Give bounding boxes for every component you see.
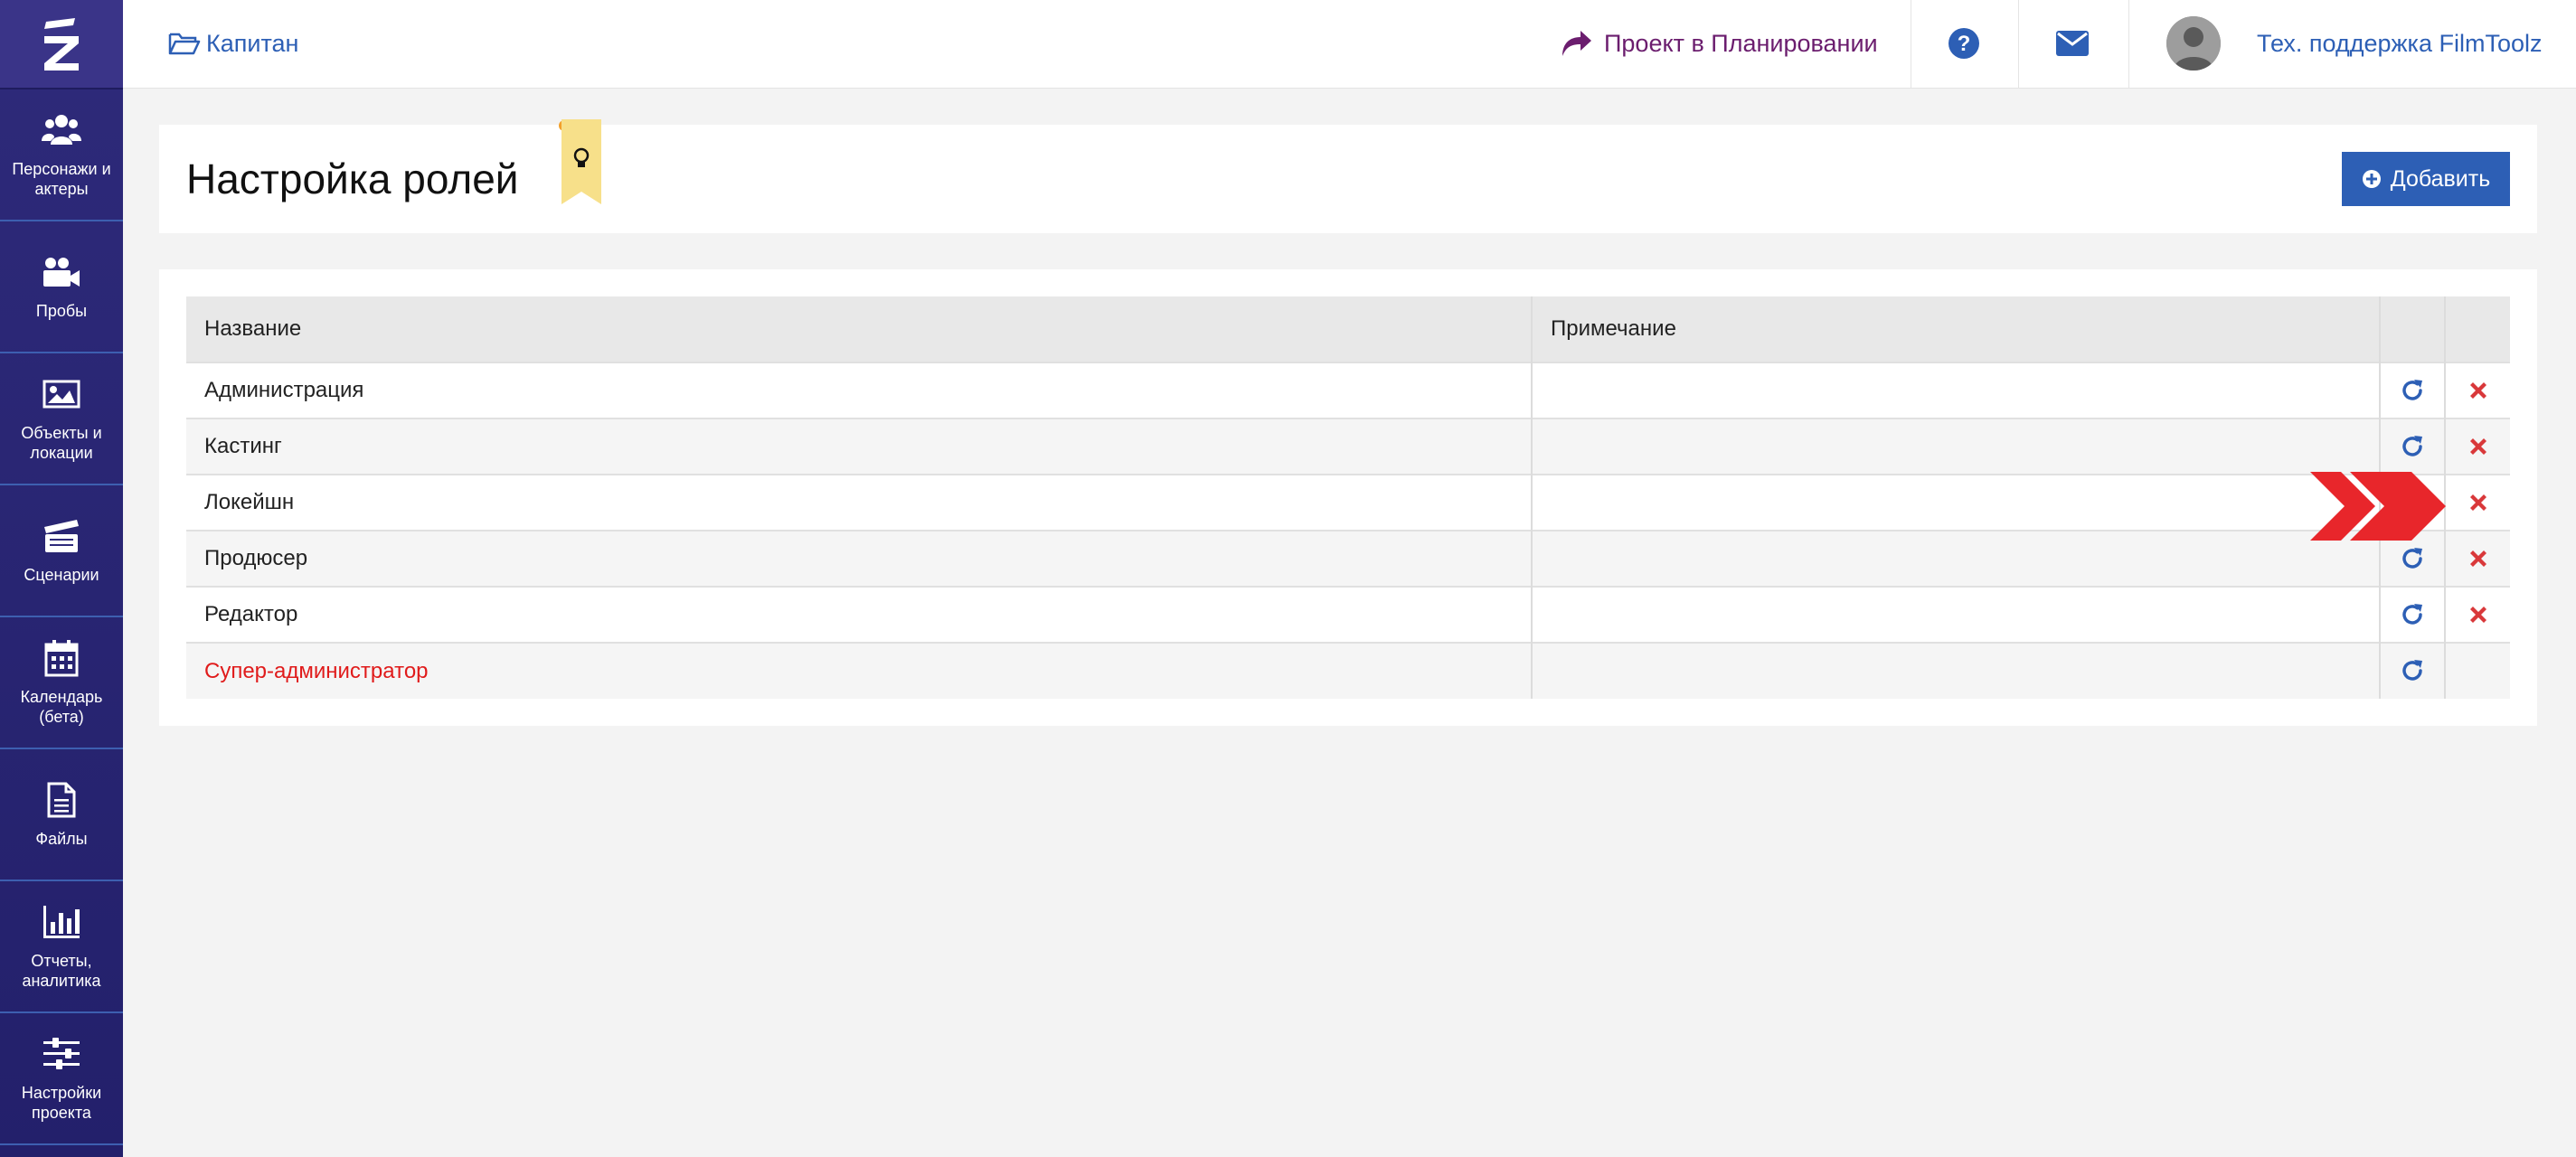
role-note (1532, 362, 2381, 419)
sidebar-item-label: Пробы (35, 302, 88, 320)
sidebar-item-label: Объекты и локации (21, 424, 102, 462)
image-icon (42, 374, 81, 414)
refresh-icon[interactable] (2394, 428, 2430, 465)
sidebar-item-label: Календарь (бета) (20, 688, 103, 726)
delete-cell (2445, 530, 2510, 587)
refresh-icon[interactable] (2394, 597, 2430, 633)
sliders-icon (42, 1034, 81, 1074)
tips-bookmark[interactable] (558, 119, 603, 206)
add-role-button[interactable]: Добавить (2342, 152, 2510, 206)
sidebar-item-label: Файлы (35, 830, 88, 848)
highlight-arrows-icon (2310, 472, 2446, 541)
role-note (1532, 530, 2381, 587)
divider (2018, 0, 2019, 88)
people-icon (42, 110, 81, 150)
file-icon (42, 780, 81, 820)
plus-circle-icon (2362, 169, 2382, 189)
clapperboard-icon (42, 516, 81, 556)
role-note (1532, 474, 2381, 531)
user-name[interactable]: Тех. поддержка FilmToolz (2257, 27, 2542, 60)
refresh-cell (2380, 642, 2446, 699)
sidebar-item-label: Персонажи и актеры (12, 160, 111, 198)
refresh-icon[interactable] (2394, 541, 2430, 577)
divider (2128, 0, 2129, 88)
refresh-icon[interactable] (2394, 372, 2430, 409)
sidebar-item-label: Отчеты, аналитика (22, 952, 101, 990)
roles-table: Название Примечание Администрация Кастин… (186, 296, 2510, 699)
delete-icon[interactable] (2460, 541, 2496, 577)
bar-chart-icon (42, 902, 81, 942)
sidebar-item-auditions[interactable]: Пробы (0, 221, 123, 353)
delete-cell (2445, 418, 2510, 475)
delete-cell (2445, 642, 2510, 699)
refresh-icon[interactable] (2394, 653, 2430, 689)
sidebar-item-reports[interactable]: Отчеты, аналитика (0, 881, 123, 1013)
table-row[interactable]: Кастинг (186, 418, 2510, 475)
folder-open-icon (168, 31, 201, 56)
delete-icon[interactable] (2460, 597, 2496, 633)
sidebar-item-locations[interactable]: Объекты и локации (0, 353, 123, 485)
sidebar-item-label: Настройки проекта (21, 1084, 102, 1122)
app-logo[interactable] (0, 0, 123, 89)
add-button-label: Добавить (2390, 165, 2491, 192)
role-name: Администрация (186, 362, 1533, 419)
role-note (1532, 418, 2381, 475)
role-note (1532, 642, 2381, 699)
avatar[interactable] (2166, 16, 2221, 71)
calendar-icon (42, 638, 81, 678)
sidebar-item-characters[interactable]: Персонажи и актеры (0, 89, 123, 221)
sidebar-item-calendar[interactable]: Календарь (бета) (0, 617, 123, 749)
delete-icon[interactable] (2460, 484, 2496, 521)
delete-cell (2445, 362, 2510, 419)
delete-cell (2445, 474, 2510, 531)
video-camera-icon (42, 252, 81, 292)
column-header-note[interactable]: Примечание (1532, 296, 2381, 362)
svg-text:?: ? (1958, 32, 1971, 56)
delete-icon[interactable] (2460, 428, 2496, 465)
column-header-name[interactable]: Название (186, 296, 1533, 362)
delete-cell (2445, 586, 2510, 643)
sidebar-item-label: Сценарии (24, 566, 99, 584)
project-status: Проект в Планировании (1604, 29, 1878, 57)
table-row[interactable]: Администрация (186, 362, 2510, 419)
z-logo-icon (44, 17, 79, 71)
sidebar-item-settings[interactable]: Настройки проекта (0, 1013, 123, 1145)
envelope-icon[interactable] (2054, 25, 2090, 61)
refresh-cell (2380, 418, 2446, 475)
refresh-cell (2380, 586, 2446, 643)
table-header-row: Название Примечание (186, 296, 2510, 362)
role-name: Редактор (186, 586, 1533, 643)
role-note (1532, 586, 2381, 643)
role-name: Супер-администратор (186, 642, 1533, 699)
roles-table-card: Название Примечание Администрация Кастин… (159, 269, 2537, 726)
refresh-cell (2380, 362, 2446, 419)
column-header-delete (2445, 296, 2510, 362)
role-name: Локейшн (186, 474, 1533, 531)
project-status-link[interactable]: Проект в Планировании (1561, 27, 1878, 60)
project-link[interactable]: Капитан (168, 27, 298, 60)
column-header-refresh (2380, 296, 2446, 362)
table-row[interactable]: Редактор (186, 586, 2510, 643)
role-name: Продюсер (186, 530, 1533, 587)
table-row[interactable]: Локейшн (186, 474, 2510, 531)
sidebar-item-files[interactable]: Файлы (0, 749, 123, 881)
table-row[interactable]: Продюсер (186, 530, 2510, 587)
top-bar: Капитан Проект в Планировании ? Тех. под… (123, 0, 2576, 89)
help-icon[interactable]: ? (1946, 25, 1982, 61)
sidebar-item-scripts[interactable]: Сценарии (0, 485, 123, 617)
sidebar: Персонажи и актеры Пробы Объекты и локац… (0, 0, 123, 1157)
role-name: Кастинг (186, 418, 1533, 475)
share-arrow-icon (1561, 29, 1593, 58)
page-header: Настройка ролей Добавить (159, 119, 2537, 233)
page-title: Настройка ролей (186, 155, 519, 202)
project-name: Капитан (206, 29, 299, 57)
table-row[interactable]: Супер-администратор (186, 642, 2510, 699)
delete-icon[interactable] (2460, 372, 2496, 409)
